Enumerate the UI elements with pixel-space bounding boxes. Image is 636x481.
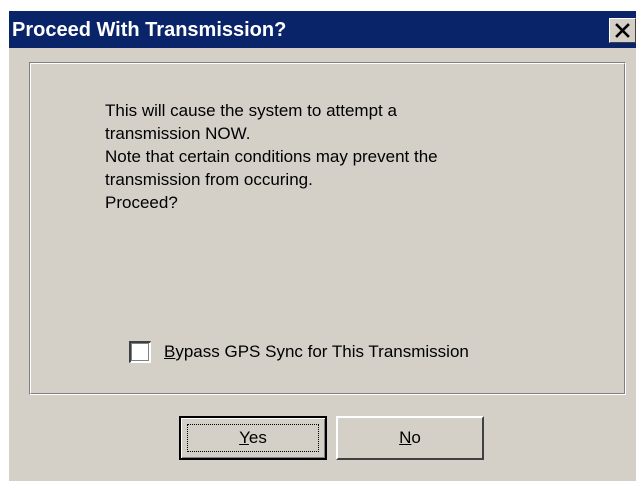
message-line: Proceed? — [105, 193, 178, 212]
access-key: B — [164, 342, 176, 361]
bypass-gps-sync-label[interactable]: Bypass GPS Sync for This Transmission — [164, 341, 469, 363]
close-button[interactable] — [609, 18, 636, 43]
dialog-title: Proceed With Transmission? — [12, 19, 287, 41]
message-line: transmission from occuring. — [105, 170, 313, 189]
message-line: This will cause the system to attempt a — [105, 101, 397, 120]
bypass-gps-sync-checkbox[interactable] — [129, 341, 151, 363]
yes-button[interactable]: Yes — [179, 416, 327, 460]
access-key: Y — [239, 428, 249, 447]
dialog-window: Proceed With Transmission? This will cau… — [9, 11, 636, 481]
message-line: transmission NOW. — [105, 124, 251, 143]
message-line: Note that certain conditions may prevent… — [105, 147, 438, 166]
access-key: N — [399, 428, 412, 447]
bypass-gps-sync-option[interactable]: Bypass GPS Sync for This Transmission — [129, 340, 559, 365]
no-button[interactable]: No — [336, 416, 484, 460]
close-icon — [615, 23, 630, 38]
title-bar[interactable]: Proceed With Transmission? — [9, 11, 636, 48]
message-text: This will cause the system to attempt a … — [105, 99, 585, 214]
